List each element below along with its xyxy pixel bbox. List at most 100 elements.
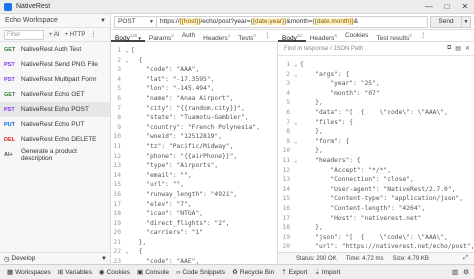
code-line: 17 "Host": "nativerest.net" <box>278 214 474 224</box>
add-http-label: HTTP <box>69 31 86 38</box>
line-number: 12 <box>282 166 290 174</box>
code-text: "args": { <box>300 70 350 78</box>
code-line: 10 "woeid": "12512819", <box>111 132 277 142</box>
code-text: "country": "French Polynesia", <box>131 123 260 131</box>
line-number: 14 <box>113 171 121 179</box>
add-http-button[interactable]: + HTTP <box>65 32 86 38</box>
tab-tests[interactable]: Tests0 <box>234 30 260 42</box>
export-button[interactable]: ⇡ Export <box>281 268 307 277</box>
sidebar-request-item[interactable]: GET NativeRest Auth Test <box>0 42 110 57</box>
code-snippets-button[interactable]: ‹› Code Snippets <box>176 269 225 276</box>
code-line: 2 ⌄ { <box>111 56 277 66</box>
send-button[interactable]: Send <box>430 15 462 28</box>
more-icon[interactable]: ⋮ <box>90 31 96 38</box>
request-body-editor[interactable]: 1 ⌄[2 ⌄ {3 "code": "AAA", 4 "lat": "-17.359… <box>111 42 278 264</box>
find-input[interactable]: Find in response / JSON Path <box>284 46 363 52</box>
code-snippets-icon: ‹› <box>176 268 181 276</box>
tab-response-headers-count: 6 <box>334 32 337 38</box>
sidebar-request-item[interactable]: PST NativeRest Echo POST <box>0 102 110 117</box>
line-number: 18 <box>282 224 290 232</box>
code-text: "phone": "{{airPhone}}", <box>131 152 238 160</box>
more-icon[interactable]: ⋮ <box>260 30 275 42</box>
code-line: 1 ⌄[ <box>111 46 277 56</box>
line-number: 3 <box>286 80 290 88</box>
code-text: "data": "[ { \"code\": \"AAA\", <box>300 108 448 116</box>
code-text: "direct_flights": "2", <box>131 219 230 227</box>
settings-icon[interactable]: ⚙ <box>463 268 469 276</box>
method-select[interactable]: POST ▼ <box>114 15 157 28</box>
minimize-icon[interactable]: — <box>420 2 438 11</box>
line-number: 1 <box>117 47 121 54</box>
add-ai-button[interactable]: + AI <box>49 32 60 38</box>
sidebar-request-item[interactable]: GET NativeRest Echo GET <box>0 87 110 102</box>
line-number: 17 <box>113 200 121 208</box>
code-line: 5 "lon": "-145.494", <box>111 84 277 94</box>
tab-params[interactable]: Params2 <box>145 30 178 42</box>
code-line: 16 "runway_length": "4921", <box>111 190 277 200</box>
line-number: 10 <box>113 133 121 141</box>
close-icon[interactable]: ✕ <box>465 45 470 52</box>
line-number: 9 <box>286 137 290 145</box>
request-item-label: NativeRest Echo PUT <box>21 121 85 128</box>
code-text: "json": "[ { \"code\": \"AAA\", <box>300 233 448 241</box>
code-line: 13 "type": "Airports", <box>111 161 277 171</box>
tab-body[interactable]: Body136▾ <box>111 30 145 42</box>
maximize-icon[interactable]: □ <box>438 2 456 11</box>
code-text: "elev": "7", <box>131 200 192 208</box>
variables-button[interactable]: ⊞ Variables <box>58 268 92 277</box>
code-line: 3 "year": "25", <box>278 79 474 89</box>
request-method-badge: PST <box>4 61 15 68</box>
send-options-icon[interactable]: ▼ <box>462 15 471 28</box>
url-year-variable: {{date.year}} <box>250 18 287 25</box>
tab-response-headers[interactable]: Headers6 <box>306 30 341 42</box>
tab-headers[interactable]: Headers1 <box>199 30 234 42</box>
request-method-badge: GET <box>4 91 16 98</box>
code-text: "headers": { <box>300 156 361 164</box>
filter-input[interactable]: Filter <box>4 29 44 40</box>
copy-icon[interactable]: ⧉ <box>447 45 451 52</box>
line-number: 1 <box>286 61 290 68</box>
line-number: 2 <box>286 70 290 78</box>
expand-icon[interactable]: ⤢ <box>463 255 468 262</box>
code-line: 9 "country": "French Polynesia", <box>111 123 277 133</box>
save-icon[interactable]: ▤ <box>455 45 461 52</box>
layout-icon[interactable]: ▥ <box>452 268 458 276</box>
tab-response-body[interactable]: Body22 <box>278 30 306 42</box>
code-line: 20 "carriers": "1" <box>111 228 277 238</box>
code-text: "woeid": "12512819", <box>131 133 222 141</box>
url-input[interactable]: https:// {{host}} /echo/post?year= {{dat… <box>157 15 428 28</box>
request-item-label: NativeRest Send PNG File <box>21 61 98 68</box>
chevron-down-icon: ▼ <box>101 255 107 262</box>
sidebar-request-item[interactable]: DEL NativeRest Echo DELETE <box>0 132 110 147</box>
workspace-selector[interactable]: Echo Workspace ▼ <box>0 14 110 28</box>
code-line: 14 "email": "", <box>111 171 277 181</box>
sidebar-request-item[interactable]: PUT NativeRest Echo PUT <box>0 117 110 132</box>
tab-test-results-label: Test results <box>376 34 410 42</box>
sidebar-request-item[interactable]: AI+ Generate a product description <box>0 147 110 162</box>
code-line: 12 "phone": "{{airPhone}}", <box>111 152 277 162</box>
tab-response-body-count: 22 <box>296 32 302 38</box>
tab-auth[interactable]: Auth <box>178 30 199 42</box>
tab-response-cookies[interactable]: Cookies <box>341 30 372 42</box>
environment-selector[interactable]: ◷ Develop ▼ <box>0 252 111 264</box>
workspaces-button[interactable]: ▦ Workspaces <box>7 268 51 277</box>
cookies-button[interactable]: ◉ Cookies <box>99 268 130 277</box>
console-button[interactable]: ▣ Console <box>137 268 169 277</box>
request-item-label: NativeRest Multipart Form <box>21 76 97 83</box>
recycle-bin-label: Recycle Bin <box>239 268 275 276</box>
more-icon[interactable]: ⋮ <box>416 30 431 42</box>
code-text: "Content-type": "application/json", <box>300 195 464 203</box>
tab-test-results[interactable]: Test results0 <box>372 30 415 42</box>
code-text: [ <box>131 47 135 54</box>
close-icon[interactable]: ✕ <box>456 2 474 11</box>
chevron-down-icon: ▼ <box>100 17 106 24</box>
sidebar-request-item[interactable]: PST NativeRest Multipart Form <box>0 72 110 87</box>
tab-params-count: 2 <box>171 32 174 38</box>
sidebar-request-item[interactable]: PST NativeRest Send PNG File <box>0 57 110 72</box>
response-code: 1 ⌄{2 ⌄ "args": {3 "year": "25", 4 "month":… <box>278 56 474 264</box>
import-button[interactable]: ⇣ Import <box>314 268 340 277</box>
line-number: 13 <box>282 176 290 184</box>
code-line: 2 ⌄ "args": { <box>278 70 474 80</box>
line-number: 19 <box>282 233 290 241</box>
recycle-bin-button[interactable]: ♻ Recycle Bin <box>232 268 275 277</box>
